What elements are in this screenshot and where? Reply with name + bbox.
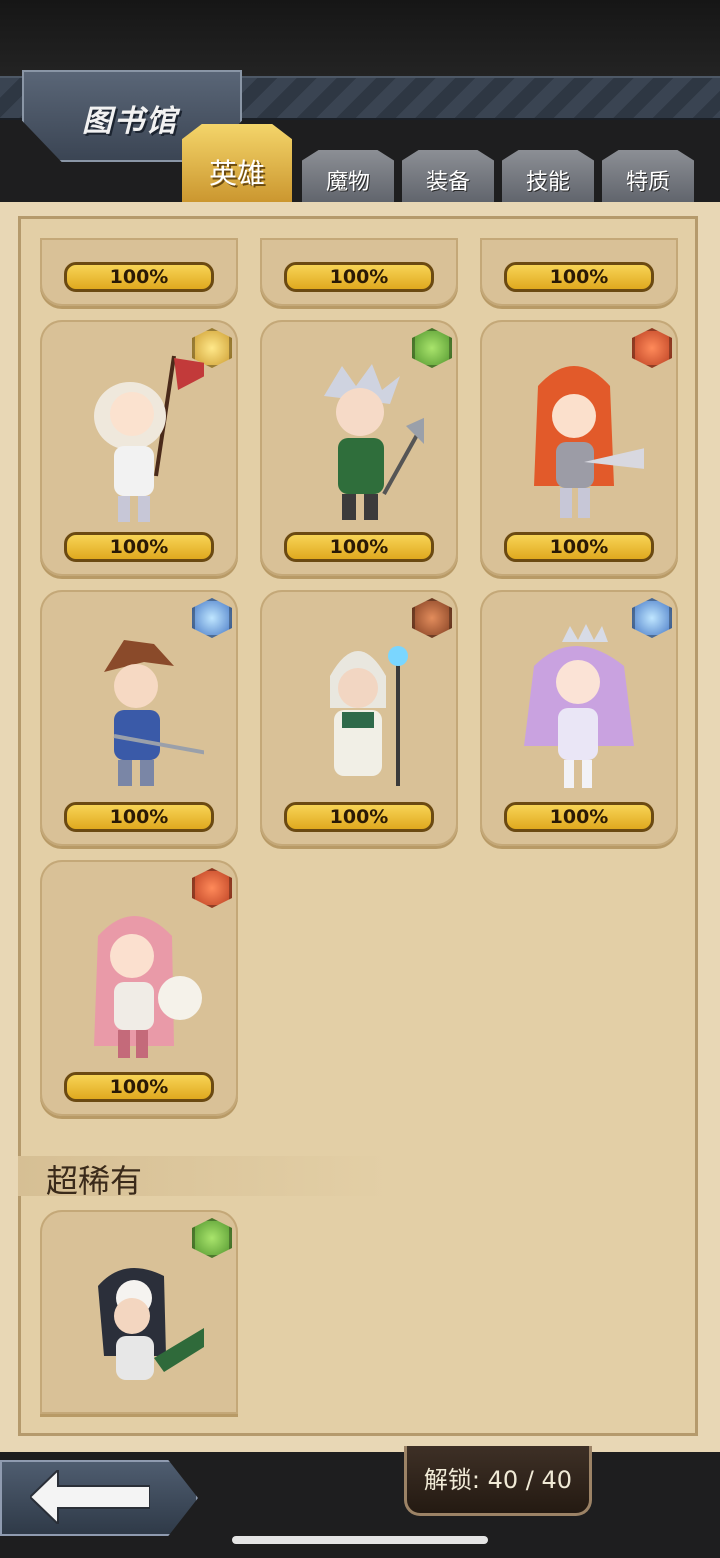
tab-equipment[interactable]: 装备	[402, 150, 494, 208]
progress-label: 100%	[64, 262, 214, 292]
hero-portrait	[98, 1268, 204, 1380]
hero-card[interactable]: 100%	[40, 590, 238, 846]
tab-heroes[interactable]: 英雄	[182, 124, 292, 208]
hero-portrait	[324, 364, 424, 520]
tab-skills[interactable]: 技能	[502, 150, 594, 208]
progress-label: 100%	[504, 532, 654, 562]
hero-portrait	[104, 640, 204, 786]
progress-label: 100%	[504, 262, 654, 292]
hero-card[interactable]: 100%	[480, 590, 678, 846]
progress-label: 100%	[64, 1072, 214, 1102]
home-indicator[interactable]	[232, 1536, 488, 1544]
hero-portrait	[524, 624, 634, 788]
hero-card[interactable]: 100%	[40, 320, 238, 576]
hero-card[interactable]	[40, 1210, 238, 1414]
progress-label: 100%	[284, 262, 434, 292]
progress-label: 100%	[504, 802, 654, 832]
page-title: 图书馆	[82, 104, 178, 139]
tab-monsters[interactable]: 魔物	[302, 150, 394, 208]
section-title: 超稀有	[46, 1162, 143, 1200]
hero-card[interactable]: 100%	[480, 320, 678, 576]
hero-card[interactable]: 100%	[260, 590, 458, 846]
tab-traits[interactable]: 特质	[602, 150, 694, 208]
progress-label: 100%	[284, 532, 434, 562]
hero-portrait	[94, 916, 202, 1058]
hero-portrait	[94, 355, 204, 522]
progress-label: 100%	[64, 532, 214, 562]
hero-portrait	[330, 646, 408, 786]
hero-card[interactable]: 100%	[40, 238, 238, 306]
hero-card[interactable]: 100%	[40, 860, 238, 1116]
hero-card[interactable]: 100%	[260, 238, 458, 306]
status-area	[0, 0, 720, 76]
unlock-counter: 解锁: 40 / 40	[423, 1466, 573, 1494]
hero-card[interactable]: 100%	[480, 238, 678, 306]
back-arrow-icon	[30, 1470, 150, 1524]
progress-label: 100%	[64, 802, 214, 832]
hero-portrait	[534, 366, 644, 518]
progress-label: 100%	[284, 802, 434, 832]
hero-card[interactable]: 100%	[260, 320, 458, 576]
